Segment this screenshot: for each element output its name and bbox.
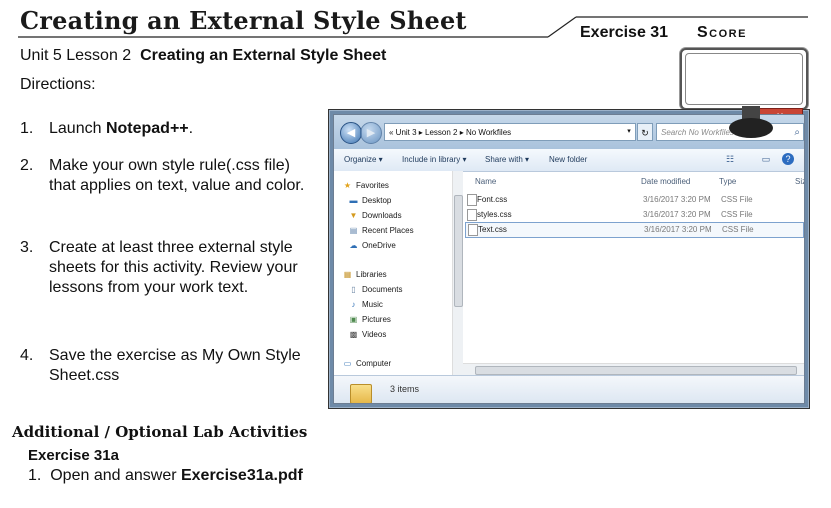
exercise-31a-label: Exercise 31a	[28, 447, 119, 464]
column-date-modified[interactable]: Date modified	[641, 177, 690, 186]
nav-pictures[interactable]: ▣ Pictures	[348, 315, 391, 324]
app-name: Notepad++	[105, 120, 189, 137]
pdf-filename: Exercise31a.pdf	[180, 467, 303, 484]
back-icon[interactable]: ◀	[340, 122, 362, 144]
item-count: 3 items	[390, 384, 420, 394]
chevron-down-icon[interactable]: ▾	[623, 124, 635, 140]
column-name[interactable]: Name	[475, 177, 496, 186]
optional-step-1: 1. Open and answer Exercise31a.pdf	[28, 467, 303, 485]
nav-onedrive[interactable]: ☁ OneDrive	[348, 241, 396, 250]
unit-lesson: Unit 5 Lesson 2	[20, 47, 132, 64]
directions-label: Directions:	[20, 76, 96, 93]
share-with-menu[interactable]: Share with ▾	[485, 155, 529, 164]
step-number: 2.	[20, 157, 34, 174]
preview-pane-icon[interactable]: ▭	[760, 153, 772, 165]
nav-favorites[interactable]: ★ Favorites	[342, 181, 389, 190]
step-number: 1.	[20, 120, 34, 137]
folder-icon	[350, 384, 372, 403]
step-4: 4. Save the exercise as My Own Style She…	[20, 346, 305, 388]
monitor-stand-icon	[729, 106, 773, 138]
column-type[interactable]: Type	[719, 177, 736, 186]
step-number: 3.	[20, 239, 34, 256]
pictures-icon: ▣	[349, 315, 358, 324]
step-text: Make your own style rule(.css file) that…	[49, 157, 305, 194]
nav-computer[interactable]: ▭ Computer	[342, 359, 391, 368]
lesson-topic: Creating an External Style Sheet	[140, 47, 387, 64]
libraries-icon: ▦	[343, 270, 352, 279]
search-icon[interactable]: ⌕	[794, 124, 800, 140]
navigation-pane: ★ Favorites ▬ Desktop ▼ Downloads ▤ Recent P…	[334, 171, 452, 375]
command-bar: Organize ▾ Include in library ▾ Share wi…	[334, 149, 804, 172]
css-file-icon	[467, 194, 477, 206]
step-text: Launch Notepad++.	[49, 120, 194, 137]
organize-menu[interactable]: Organize ▾	[344, 155, 383, 164]
nav-scrollbar[interactable]	[452, 171, 463, 375]
step-text: Save the exercise as My Own Style Sheet.…	[49, 347, 301, 384]
score-label: Score	[697, 24, 747, 41]
css-file-icon	[467, 209, 477, 221]
nav-downloads[interactable]: ▼ Downloads	[348, 211, 402, 220]
computer-icon: ▭	[343, 359, 352, 368]
file-row[interactable]: Font.css 3/16/2017 3:20 PM CSS File	[465, 193, 804, 207]
include-library-menu[interactable]: Include in library ▾	[402, 155, 467, 164]
music-icon: ♪	[351, 300, 356, 309]
css-file-icon	[468, 224, 478, 236]
cloud-icon: ☁	[349, 241, 358, 250]
nav-music[interactable]: ♪ Music	[348, 300, 383, 309]
file-list: Name Date modified Type Size Font.css 3/…	[463, 171, 804, 363]
file-row[interactable]: styles.css 3/16/2017 3:20 PM CSS File	[465, 208, 804, 222]
additional-activities-heading: Additional / Optional Lab Activities	[12, 423, 308, 441]
explorer-window-screenshot: ✕ ◀ ▶ « Unit 3 ▸ Lesson 2 ▸ No Workfiles…	[328, 108, 810, 409]
step-3: 3. Create at least three external style …	[20, 238, 305, 322]
page-title: Creating an External Style Sheet	[20, 6, 467, 35]
nav-desktop[interactable]: ▬ Desktop	[348, 196, 392, 205]
step-text: Create at least three external style she…	[49, 239, 298, 296]
nav-libraries[interactable]: ▦ Libraries	[342, 270, 387, 279]
view-options-icon[interactable]: ☷	[724, 153, 736, 165]
score-box	[680, 48, 808, 110]
nav-recent-places[interactable]: ▤ Recent Places	[348, 226, 414, 235]
step-number: 1.	[28, 467, 42, 484]
details-pane: 3 items	[334, 375, 804, 403]
step-1: 1. Launch Notepad++.	[20, 119, 305, 141]
desktop-icon: ▬	[349, 196, 358, 205]
star-icon: ★	[343, 181, 352, 190]
column-size[interactable]: Size	[795, 177, 804, 186]
step-2: 2. Make your own style rule(.css file) t…	[20, 156, 305, 220]
exercise-number: Exercise 31	[580, 24, 669, 41]
videos-icon: ▩	[349, 330, 358, 339]
new-folder-button[interactable]: New folder	[549, 155, 587, 164]
step-number: 4.	[20, 347, 34, 364]
lesson-subtitle: Unit 5 Lesson 2 Creating an External Sty…	[20, 47, 386, 65]
documents-icon: ▯	[351, 285, 356, 294]
help-icon[interactable]: ?	[782, 153, 794, 165]
nav-videos[interactable]: ▩ Videos	[348, 330, 387, 339]
forward-icon[interactable]: ▶	[360, 122, 382, 144]
recent-places-icon: ▤	[349, 226, 358, 235]
address-bar[interactable]: « Unit 3 ▸ Lesson 2 ▸ No Workfiles ▾	[384, 123, 636, 141]
refresh-icon[interactable]: ↻	[637, 123, 653, 141]
nav-documents[interactable]: ▯ Documents	[348, 285, 402, 294]
step-text: Open and answer	[50, 467, 181, 484]
downloads-icon: ▼	[349, 211, 358, 220]
file-row-selected[interactable]: Text.css 3/16/2017 3:20 PM CSS File	[465, 222, 804, 238]
